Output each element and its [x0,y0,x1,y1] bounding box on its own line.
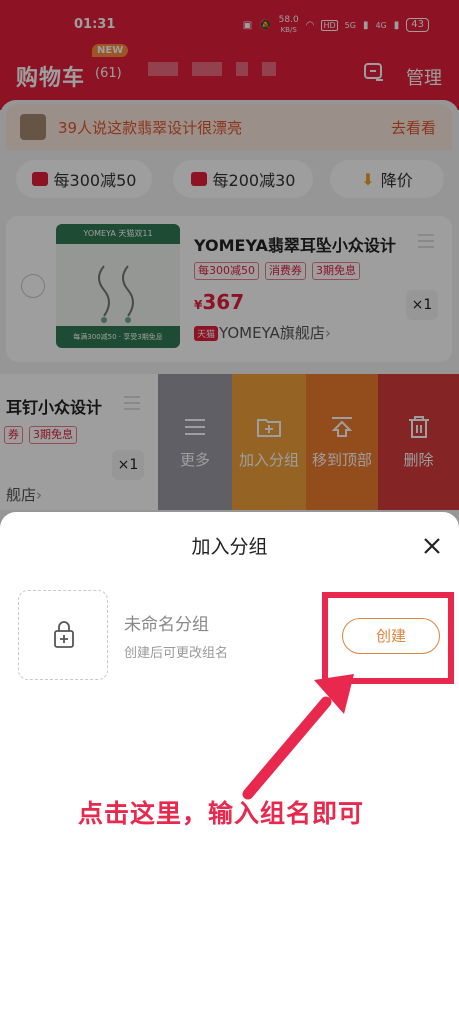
annotation-arrow-icon [242,674,354,800]
annotation-text: 点击这里，输入组名即可 [78,799,365,828]
group-name: 未命名分组 [124,615,209,635]
sheet-title: 加入分组 [191,536,268,558]
group-thumbnail [18,590,108,680]
bag-add-icon [54,621,74,648]
group-hint: 创建后可更改组名 [124,646,229,661]
add-to-group-sheet: 加入分组 未命名分组 创建后可更改组名 创建 点击这里，输入组名即可 [0,512,459,1024]
modal-backdrop[interactable] [0,0,459,540]
close-icon[interactable] [420,534,444,558]
